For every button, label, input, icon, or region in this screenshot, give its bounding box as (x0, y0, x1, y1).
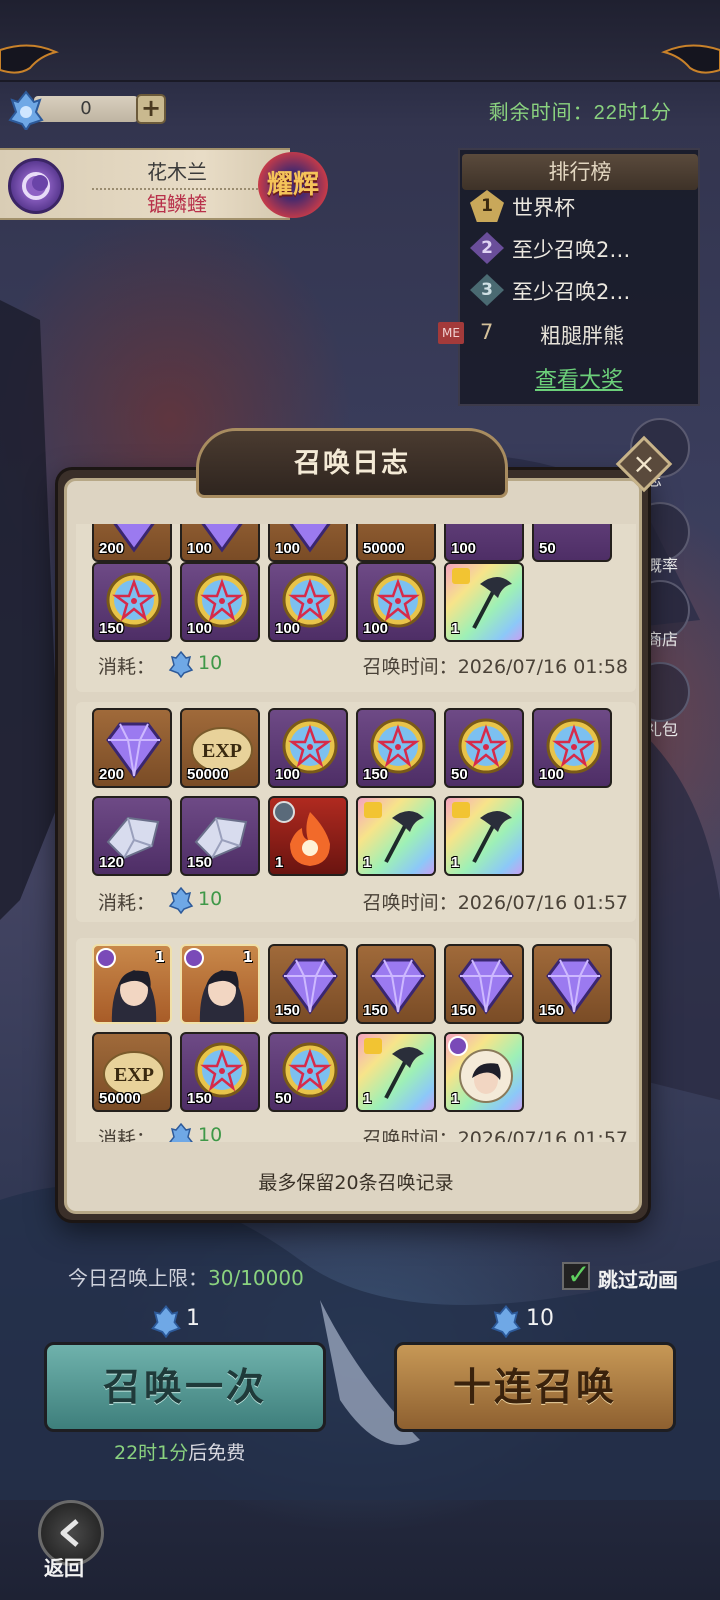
summon-time: 召唤时间：2026/07/16 01:57 (362, 1128, 628, 1142)
hero-name: 花木兰 (92, 156, 262, 190)
summon-time: 召唤时间：2026/07/16 01:58 (362, 656, 628, 678)
diamond-item[interactable]: 200 (92, 524, 172, 562)
summon-stone-icon (151, 1305, 181, 1339)
remaining-time: 剩余时间：22时1分 (488, 102, 672, 124)
diamond-item[interactable]: 200 (92, 708, 172, 788)
crystal-shard-item[interactable]: 120 (92, 796, 172, 876)
summon-coin-item[interactable]: 100 (268, 562, 348, 642)
purple-medal-icon: 2 (470, 232, 504, 264)
summon-stone-icon (8, 90, 44, 130)
currency-value: 0 (34, 96, 138, 122)
summon-ten-button[interactable]: 十连召唤 (394, 1342, 676, 1432)
summon-coin-item[interactable]: 150 (356, 708, 436, 788)
single-summon-cost: 1 (150, 1304, 200, 1339)
summon-coin-item[interactable]: 50 (268, 1032, 348, 1112)
summon-stone-icon (168, 650, 194, 678)
my-rank: 7 (480, 320, 494, 344)
summon-log-list[interactable]: 200 100 100 50000 100 50 150 100 100 100… (70, 524, 642, 1142)
hero-card-item[interactable]: 1 (92, 944, 172, 1024)
summon-coin-item[interactable]: 150 (92, 562, 172, 642)
record-footer: 消耗： 10 召唤时间：2026/07/16 01:57 (98, 886, 628, 914)
check-icon: ✓ (567, 1258, 591, 1291)
svg-text:EXP: EXP (202, 740, 242, 762)
add-currency-button[interactable]: + (136, 94, 166, 124)
top-bar (0, 0, 720, 82)
summon-coin-item[interactable]: 100 (180, 562, 260, 642)
me-tag: ME (438, 322, 464, 344)
leaderboard-title: 排行榜 (462, 154, 698, 190)
summon-coin-item[interactable]: 100 (444, 524, 524, 562)
diamond-item[interactable]: 150 (268, 944, 348, 1024)
record-footer: 消耗： 10 召唤时间：2026/07/16 01:58 (98, 650, 628, 678)
leaderboard-label: 至少召唤2… (512, 280, 631, 304)
side-label-shop: 商店 (646, 630, 679, 649)
daily-limit: 今日召唤上限：30/10000 (68, 1266, 304, 1290)
horn-ornament-icon (661, 44, 720, 74)
close-icon: × (632, 447, 656, 480)
ten-summon-cost: 10 (490, 1304, 554, 1339)
diamond-item[interactable]: 150 (532, 944, 612, 1024)
back-label: 返回 (44, 1556, 84, 1580)
staff-fragment-item[interactable]: 1 (444, 796, 524, 876)
summon-coin-item[interactable]: 150 (180, 1032, 260, 1112)
summon-coin-item[interactable]: 100 (268, 708, 348, 788)
gold-medal-icon: 1 (470, 190, 504, 222)
exp-item[interactable]: 50000 (356, 524, 436, 562)
staff-fragment-item[interactable]: 1 (356, 1032, 436, 1112)
diamond-item[interactable]: 150 (444, 944, 524, 1024)
summon-stone-icon (168, 886, 194, 914)
free-summon-timer: 22时1分后免费 (114, 1442, 246, 1464)
view-prize-link[interactable]: 查看大奖 (458, 362, 700, 394)
diamond-item[interactable]: 150 (356, 944, 436, 1024)
summon-stone-icon (169, 1122, 193, 1142)
summon-time: 召唤时间：2026/07/16 01:57 (362, 892, 628, 914)
hero-fragment-item[interactable]: 1 (444, 1032, 524, 1112)
staff-fragment-item[interactable]: 1 (356, 796, 436, 876)
svg-text:EXP: EXP (114, 1064, 154, 1086)
summon-once-button[interactable]: 召唤一次 (44, 1342, 326, 1432)
leaderboard-row[interactable]: 2 至少召唤2… (468, 230, 696, 266)
skip-animation-checkbox[interactable]: ✓ 跳过动画 (562, 1258, 692, 1292)
summon-stone-counter: 0 + (6, 90, 166, 130)
summon-record: 200 EXP 50000 100 150 50 100 120 150 1 1… (76, 702, 636, 922)
log-limit-note: 最多保留20条召唤记录 (258, 1172, 454, 1194)
summon-stone-icon (491, 1305, 521, 1339)
leaderboard-label: 至少召唤2… (512, 238, 631, 262)
dialog-title: 召唤日志 (196, 428, 508, 498)
featured-hero-banner[interactable]: 花木兰 锯鳞蝰 耀辉 (0, 148, 328, 220)
side-label-gift: 礼包 (646, 720, 679, 739)
leaderboard-row[interactable]: 1 世界杯 (468, 188, 696, 224)
checkbox-box: ✓ (562, 1258, 590, 1291)
summon-coin-item[interactable]: 50 (532, 524, 612, 562)
summon-coin-item[interactable]: 100 (356, 562, 436, 642)
crystal-shard-item[interactable]: 150 (180, 796, 260, 876)
summon-coin-item[interactable]: 100 (532, 708, 612, 788)
diamond-item[interactable]: 100 (180, 524, 260, 562)
exp-item[interactable]: EXP 50000 (92, 1032, 172, 1112)
rarity-badge: 耀辉 (258, 152, 328, 218)
horn-ornament-icon (0, 44, 59, 74)
leaderboard-label: 世界杯 (512, 196, 575, 220)
teal-medal-icon: 3 (470, 274, 504, 306)
exp-item[interactable]: EXP 50000 (180, 708, 260, 788)
my-name: 粗腿胖熊 (540, 324, 624, 348)
my-rank-row: ME 7 粗腿胖熊 (438, 316, 700, 352)
faction-emblem-icon (8, 158, 64, 214)
diamond-item[interactable]: 100 (268, 524, 348, 562)
leaderboard-row[interactable]: 3 至少召唤2… (468, 272, 696, 308)
record-footer: 消耗： 10 召唤时间：2026/07/16 01:57 (98, 1122, 628, 1142)
staff-fragment-item[interactable]: 1 (444, 562, 524, 642)
summon-coin-item[interactable]: 50 (444, 708, 524, 788)
summon-record: 200 100 100 50000 100 50 150 100 100 100… (76, 524, 636, 692)
summon-record: 1 1 150 150 150 150 EXP 50000 150 50 1 1… (76, 938, 636, 1142)
hero-subtitle: 锯鳞蝰 (147, 192, 207, 216)
fire-rune-item[interactable]: 1 (268, 796, 348, 876)
skip-animation-label: 跳过动画 (598, 1268, 678, 1292)
side-label-probability: 概率 (646, 556, 679, 575)
hero-card-item[interactable]: 1 (180, 944, 260, 1024)
